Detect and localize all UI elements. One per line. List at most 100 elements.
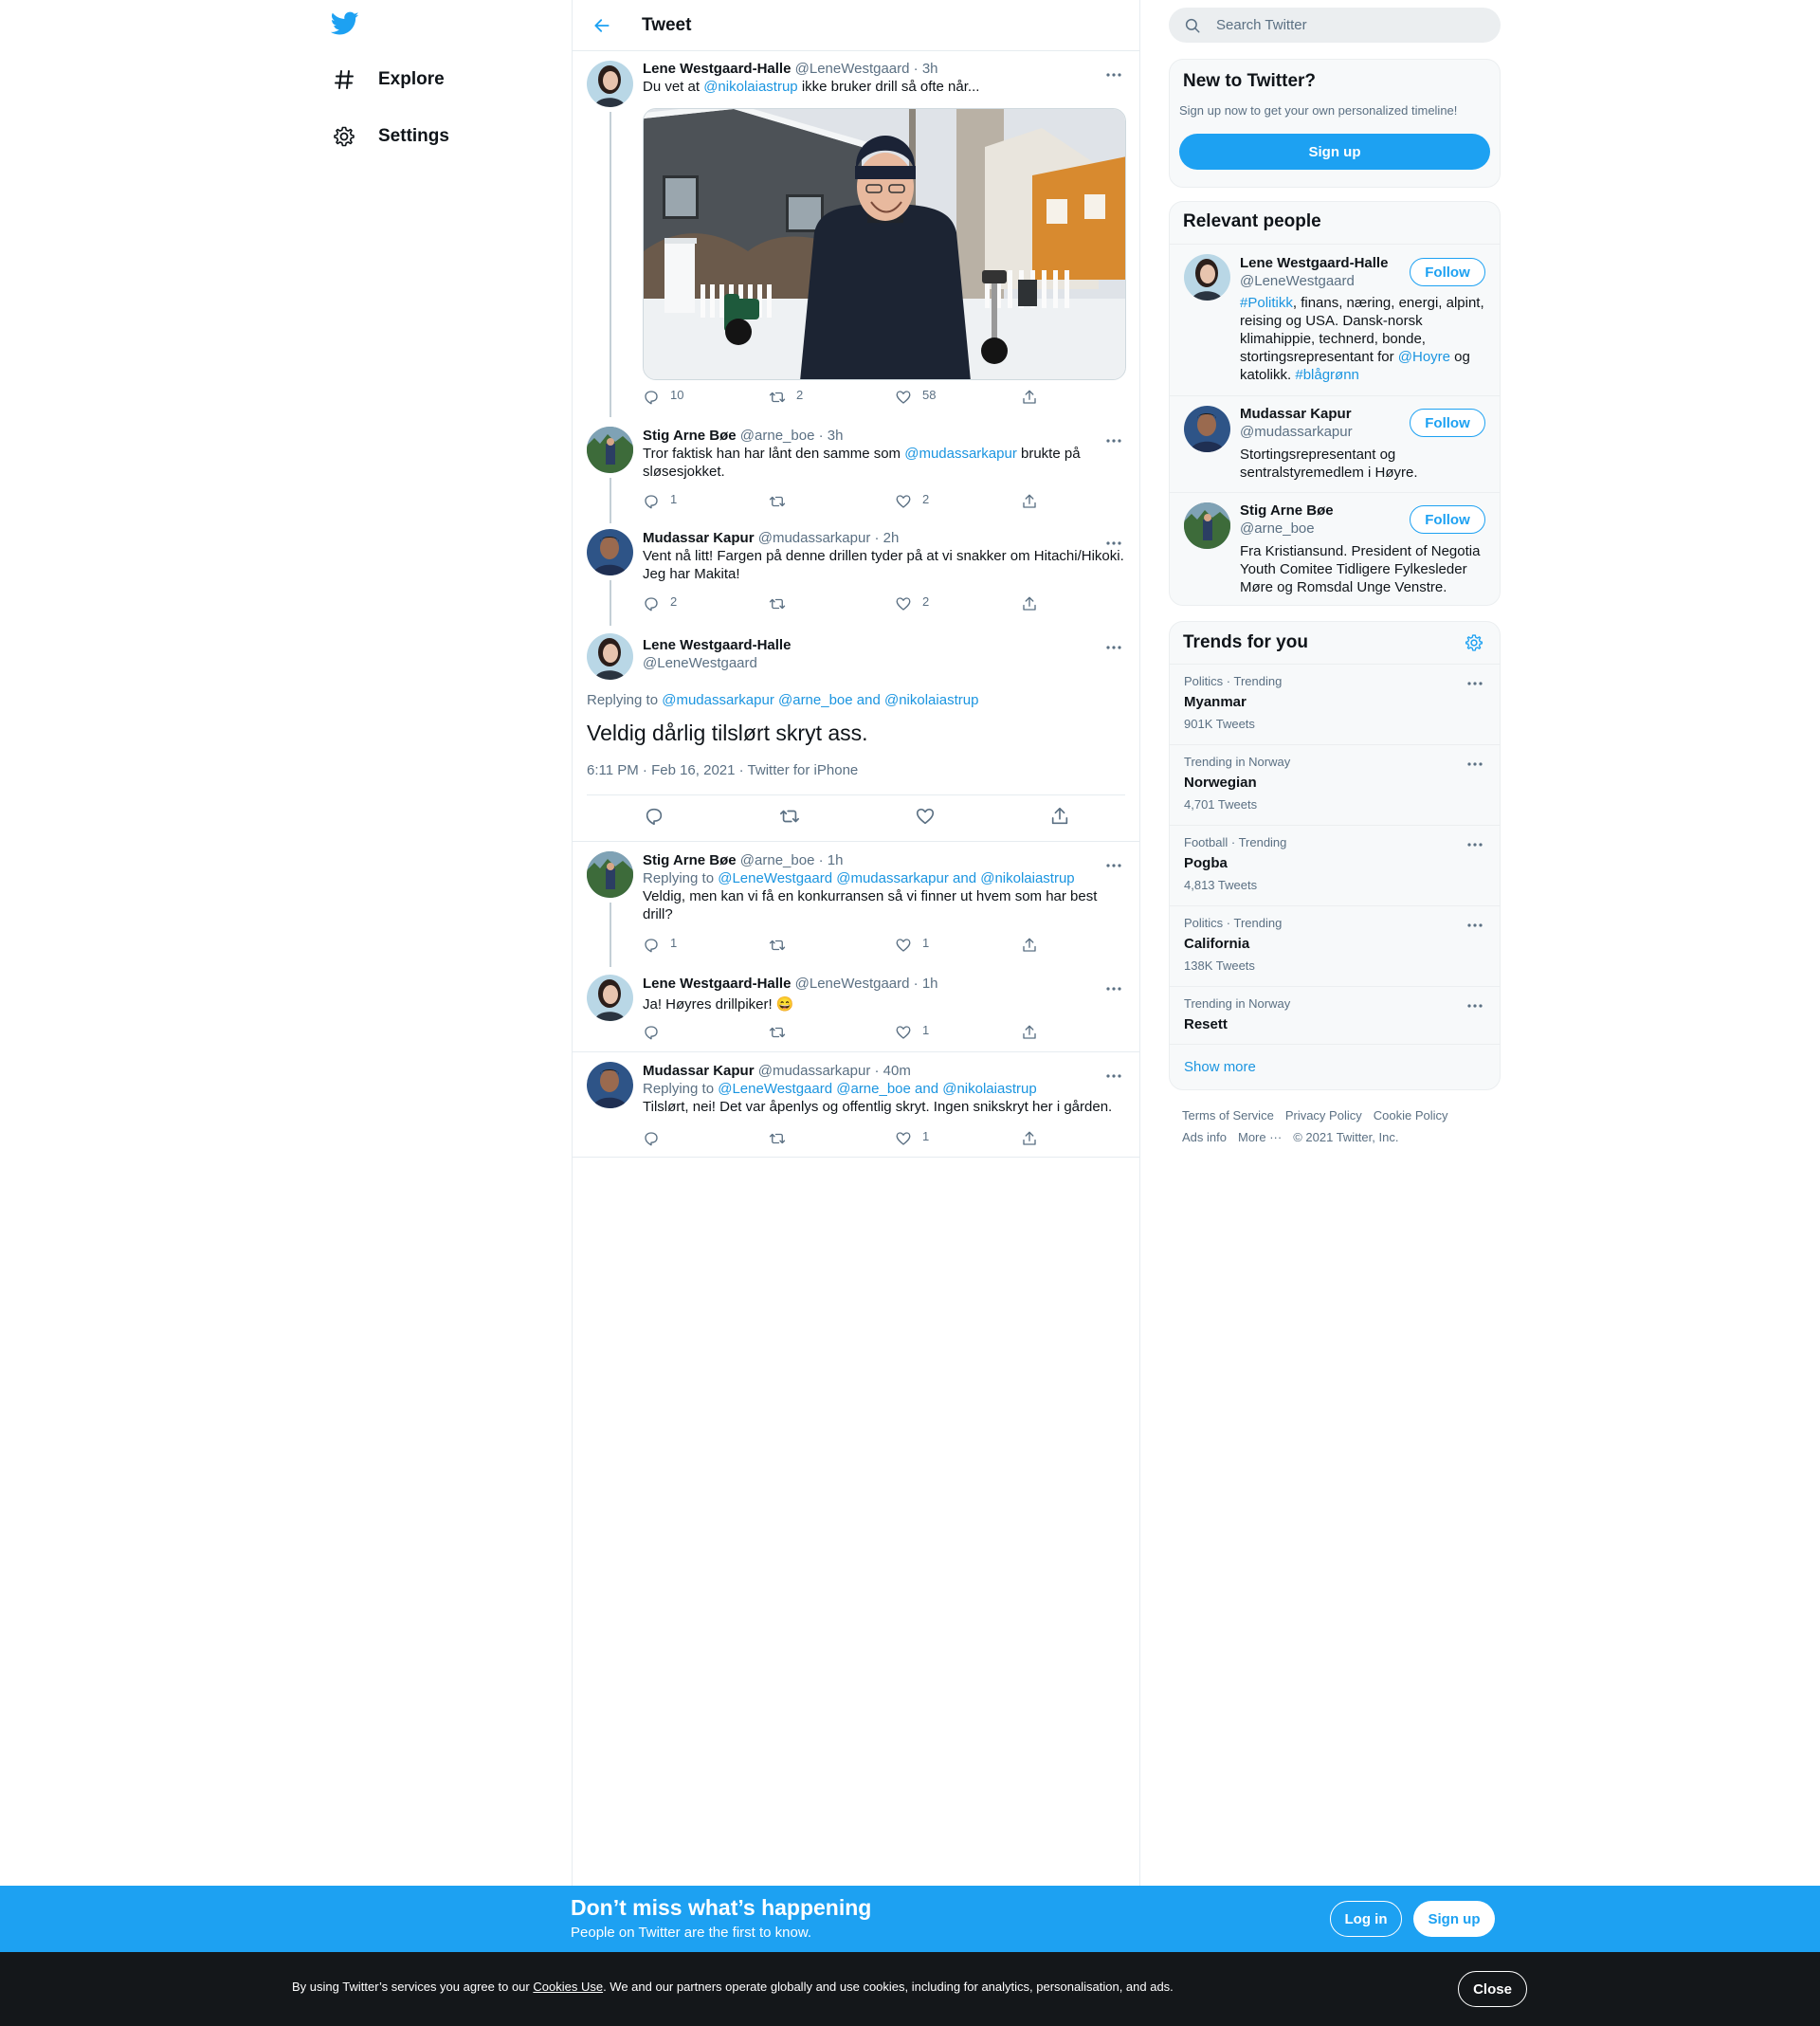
share-button[interactable] [1021,1130,1038,1147]
reply-item[interactable]: Mudassar Kapur @mudassarkapur · 40m Repl… [573,1052,1139,1157]
trend-item[interactable]: Trending in Norway Resett [1170,986,1500,1044]
trend-item[interactable]: Politics · Trending Myanmar 901K Tweets [1170,664,1500,744]
avatar[interactable] [587,851,633,898]
more-icon[interactable] [1102,857,1125,874]
follow-button[interactable]: Follow [1410,505,1485,534]
mention-link[interactable]: @Hoyre [1398,349,1450,365]
tweet-time[interactable]: 40m [883,1063,911,1079]
avatar[interactable] [587,633,633,680]
like-button[interactable]: 58 [895,389,936,406]
tweet-thread-item[interactable]: Mudassar Kapur @mudassarkapur · 2h Vent … [573,520,1139,626]
tweet-time[interactable]: 3h [922,61,938,77]
mention-link[interactable]: @nikolaiastrup [703,79,797,95]
author-name[interactable]: Mudassar Kapur [643,1063,755,1079]
author-name[interactable]: Lene Westgaard-Halle [643,976,791,992]
tweet-thread-item[interactable]: Lene Westgaard-Halle @LeneWestgaard · 3h… [573,51,1139,417]
search-bar[interactable] [1169,8,1501,43]
more-icon[interactable] [1102,980,1125,997]
author-name[interactable]: Stig Arne Bøe [643,428,737,444]
cookie-policy-link[interactable]: Cookie Policy [1374,1108,1448,1123]
avatar[interactable] [587,529,633,575]
avatar[interactable] [587,61,633,107]
hashtag-link[interactable]: #Politikk [1240,295,1293,311]
tweet-thread-item[interactable]: Stig Arne Bøe @arne_boe · 3h Tror faktis… [573,417,1139,523]
more-icon[interactable] [1464,757,1486,772]
avatar[interactable] [1184,502,1230,549]
more-icon[interactable] [1102,1068,1125,1085]
tweet-timestamp[interactable]: 6:11 PM · Feb 16, 2021 · Twitter for iPh… [587,762,858,778]
reply-button[interactable]: 1 [643,937,677,954]
share-button[interactable] [1021,937,1038,954]
hashtag-link[interactable]: #blågrønn [1295,367,1359,383]
trend-item[interactable]: Politics · Trending California 138K Twee… [1170,905,1500,986]
author-handle[interactable]: @arne_boe [740,852,815,868]
reply-button[interactable]: 10 [643,389,683,406]
twitter-bird-icon[interactable] [331,11,359,36]
author-handle[interactable]: @mudassarkapur [758,1063,871,1079]
back-arrow-icon[interactable] [583,7,621,45]
author-name[interactable]: Stig Arne Bøe [643,852,737,868]
avatar[interactable] [1184,406,1230,452]
share-button[interactable] [1021,493,1038,510]
tweet-time[interactable]: 1h [828,852,844,868]
person-item[interactable]: Stig Arne Bøe @arne_boe Fra Kristiansund… [1170,492,1500,604]
terms-link[interactable]: Terms of Service [1182,1108,1274,1123]
avatar[interactable] [1184,254,1230,301]
more-link[interactable]: More ··· [1238,1130,1282,1144]
person-item[interactable]: Mudassar Kapur @mudassarkapur Stortingsr… [1170,395,1500,492]
reply-button[interactable] [644,806,664,827]
reply-button[interactable] [643,1024,670,1041]
person-handle[interactable]: @mudassarkapur [1240,423,1353,441]
reply-item[interactable]: Stig Arne Bøe @arne_boe · 1h Replying to… [573,842,1139,967]
more-icon[interactable] [1102,432,1125,449]
like-button[interactable]: 2 [895,493,929,510]
tweet-time[interactable]: 3h [828,428,844,444]
retweet-button[interactable] [779,806,800,827]
share-button[interactable] [1021,595,1038,612]
trend-item[interactable]: Football · Trending Pogba 4,813 Tweets [1170,825,1500,905]
mention-link[interactable]: @mudassarkapur [904,446,1017,462]
replying-to-links[interactable]: @LeneWestgaard @arne_boe and @nikolaiast… [718,1081,1036,1097]
like-button[interactable]: 1 [895,1130,929,1147]
more-icon[interactable] [1102,535,1125,552]
tweet-time[interactable]: 1h [922,976,938,992]
author-name[interactable]: Lene Westgaard-Halle [643,636,791,654]
follow-button[interactable]: Follow [1410,258,1485,286]
author-name[interactable]: Lene Westgaard-Halle [643,61,791,77]
follow-button[interactable]: Follow [1410,409,1485,437]
retweet-button[interactable] [769,937,796,954]
retweet-button[interactable] [769,1130,796,1147]
close-button[interactable]: Close [1458,1971,1527,2007]
share-button[interactable] [1049,806,1070,827]
more-icon[interactable] [1464,837,1486,852]
author-handle[interactable]: @arne_boe [740,428,815,444]
more-icon[interactable] [1464,918,1486,933]
person-name[interactable]: Stig Arne Bøe [1240,502,1334,520]
trend-item[interactable]: Trending in Norway Norwegian 4,701 Tweet… [1170,744,1500,825]
author-handle[interactable]: @LeneWestgaard [795,976,910,992]
more-icon[interactable] [1464,998,1486,1013]
avatar[interactable] [587,975,633,1021]
like-button[interactable]: 2 [895,595,929,612]
search-input[interactable] [1216,17,1463,33]
person-item[interactable]: Lene Westgaard-Halle @LeneWestgaard #Pol… [1170,244,1500,395]
more-icon[interactable] [1464,676,1486,691]
person-handle[interactable]: @LeneWestgaard [1240,272,1355,290]
person-name[interactable]: Lene Westgaard-Halle [1240,254,1388,272]
reply-button[interactable]: 1 [643,493,677,510]
author-handle[interactable]: @LeneWestgaard [643,654,791,672]
ads-info-link[interactable]: Ads info [1182,1130,1227,1144]
banner-signup-button[interactable]: Sign up [1413,1901,1495,1937]
retweet-button[interactable] [769,595,796,612]
nav-explore[interactable]: Explore [327,61,445,99]
author-handle[interactable]: @LeneWestgaard [795,61,910,77]
like-button[interactable] [915,806,936,827]
person-handle[interactable]: @arne_boe [1240,520,1315,538]
replying-to-links[interactable]: @LeneWestgaard @mudassarkapur and @nikol… [718,870,1074,886]
retweet-button[interactable]: 2 [769,389,803,406]
author-handle[interactable]: @mudassarkapur [758,530,871,546]
like-button[interactable]: 1 [895,937,929,954]
retweet-button[interactable] [769,493,796,510]
author-name[interactable]: Mudassar Kapur [643,530,755,546]
retweet-button[interactable] [769,1024,796,1041]
